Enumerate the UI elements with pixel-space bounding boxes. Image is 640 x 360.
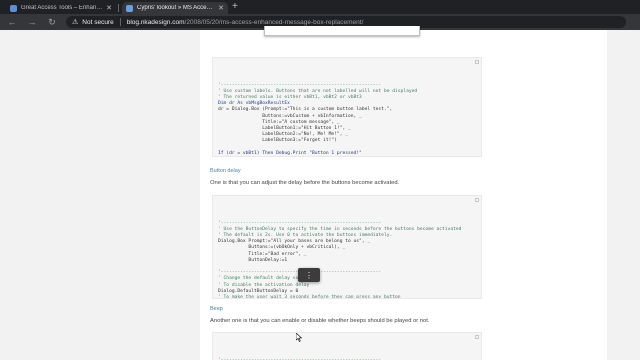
close-icon[interactable]: ✕ <box>106 4 112 12</box>
section-heading-beep: Beep <box>210 306 223 312</box>
arrow-right-icon[interactable]: → <box>26 16 38 28</box>
url-path: /2008/05/20/ms-access-enhanced-message-b… <box>184 18 364 26</box>
mouse-cursor-icon <box>296 333 302 342</box>
code-block-custom-labels: '---------------------------------------… <box>212 57 482 157</box>
code-block-beep: '---------------------------------------… <box>212 332 482 360</box>
arrow-left-icon[interactable]: ← <box>6 16 18 28</box>
copy-icon[interactable] <box>475 335 479 339</box>
address-divider <box>119 18 121 26</box>
plus-icon[interactable]: + <box>232 1 238 12</box>
section-paragraph: Another one is that you can enable or di… <box>210 318 430 324</box>
favicon-icon <box>10 4 17 12</box>
warning-icon[interactable]: ⚠ <box>72 18 78 26</box>
reload-icon[interactable]: ↻ <box>46 16 58 28</box>
url-host: blog.nkadesign.com <box>126 18 185 26</box>
copy-icon[interactable] <box>475 60 479 64</box>
page-viewport: '---------------------------------------… <box>0 26 640 360</box>
close-icon[interactable]: ✕ <box>218 4 224 12</box>
code-block-button-delay: '---------------------------------------… <box>212 195 482 299</box>
section-paragraph: One is that you can adjust the delay bef… <box>210 180 400 186</box>
security-label[interactable]: Not secure <box>82 19 113 26</box>
copy-icon[interactable] <box>475 198 479 202</box>
tab-title: Cypris' lookout » MS Access: Enh <box>137 5 215 11</box>
article-column: '---------------------------------------… <box>200 26 607 360</box>
image-popup <box>264 26 420 36</box>
tab-great-access-tools[interactable]: Great Access Tools – Enhanced M ✕ <box>6 2 116 14</box>
tab-divider <box>118 4 119 12</box>
code-line: ' To make the user wait 3 seconds before… <box>218 295 401 299</box>
favicon-icon <box>126 4 133 12</box>
section-heading-button-delay: Button delay <box>210 168 241 174</box>
tab-strip: Great Access Tools – Enhanced M ✕ Cypris… <box>0 0 640 14</box>
more-vertical-icon[interactable]: ⋮ <box>298 268 320 282</box>
tab-title: Great Access Tools – Enhanced M <box>21 5 103 11</box>
tab-cypris-lookout[interactable]: Cypris' lookout » MS Access: Enh ✕ <box>122 2 228 14</box>
